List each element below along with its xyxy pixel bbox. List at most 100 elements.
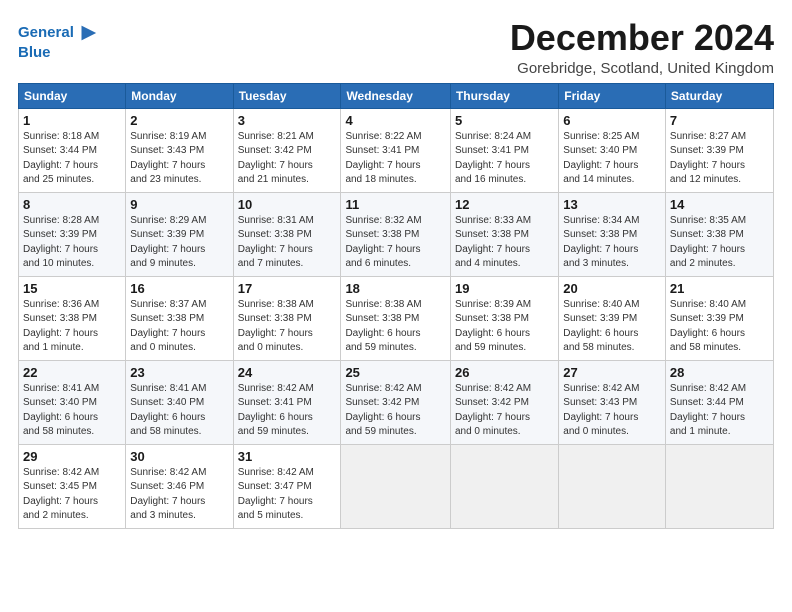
day-info: Sunrise: 8:38 AMSunset: 3:38 PMDaylight:… xyxy=(345,298,446,356)
day-number: 25 xyxy=(345,365,446,380)
day-number: 1 xyxy=(23,113,121,128)
calendar-cell: 5 Sunrise: 8:24 AMSunset: 3:41 PMDaylight… xyxy=(450,108,558,192)
calendar-cell: 1 Sunrise: 8:18 AMSunset: 3:44 PMDaylight… xyxy=(19,108,126,192)
day-number: 18 xyxy=(345,281,446,296)
day-info: Sunrise: 8:24 AMSunset: 3:41 PMDaylight:… xyxy=(455,130,554,188)
calendar-cell: 14Sunrise: 8:35 AMSunset: 3:38 PMDayligh… xyxy=(665,192,773,276)
page-container: General Blue December 2024 Gorebridge, S… xyxy=(0,0,792,539)
day-info: Sunrise: 8:19 AMSunset: 3:43 PMDaylight:… xyxy=(130,130,228,188)
day-number: 9 xyxy=(130,197,228,212)
calendar-cell: 31 Sunrise: 8:42 AMSunset: 3:47 PMDayligh… xyxy=(233,444,341,528)
calendar-cell: 27 Sunrise: 8:42 AMSunset: 3:43 PMDayligh… xyxy=(559,360,666,444)
day-number: 27 xyxy=(563,365,661,380)
day-number: 24 xyxy=(238,365,337,380)
day-info: Sunrise: 8:39 AMSunset: 3:38 PMDaylight:… xyxy=(455,298,554,356)
calendar-cell: 10Sunrise: 8:31 AMSunset: 3:38 PMDayligh… xyxy=(233,192,341,276)
day-number: 3 xyxy=(238,113,337,128)
calendar-cell: 20 Sunrise: 8:40 AMSunset: 3:39 PMDayligh… xyxy=(559,276,666,360)
calendar-cell: 28 Sunrise: 8:42 AMSunset: 3:44 PMDayligh… xyxy=(665,360,773,444)
calendar-table: SundayMondayTuesdayWednesdayThursdayFrid… xyxy=(18,83,774,529)
day-info: Sunrise: 8:35 AMSunset: 3:38 PMDaylight:… xyxy=(670,214,769,272)
day-info: Sunrise: 8:41 AMSunset: 3:40 PMDaylight:… xyxy=(130,382,228,440)
calendar-cell: 22 Sunrise: 8:41 AMSunset: 3:40 PMDayligh… xyxy=(19,360,126,444)
logo-text-blue: Blue xyxy=(18,44,98,61)
calendar-cell: 9 Sunrise: 8:29 AMSunset: 3:39 PMDaylight… xyxy=(126,192,233,276)
day-info: Sunrise: 8:36 AMSunset: 3:38 PMDaylight:… xyxy=(23,298,121,356)
calendar-week-row: 8Sunrise: 8:28 AMSunset: 3:39 PMDaylight… xyxy=(19,192,774,276)
calendar-cell: 8Sunrise: 8:28 AMSunset: 3:39 PMDaylight… xyxy=(19,192,126,276)
calendar-cell: 7 Sunrise: 8:27 AMSunset: 3:39 PMDaylight… xyxy=(665,108,773,192)
day-number: 28 xyxy=(670,365,769,380)
day-info: Sunrise: 8:18 AMSunset: 3:44 PMDaylight:… xyxy=(23,130,121,188)
day-number: 19 xyxy=(455,281,554,296)
calendar-day-header: Thursday xyxy=(450,83,558,108)
calendar-cell: 11Sunrise: 8:32 AMSunset: 3:38 PMDayligh… xyxy=(341,192,451,276)
calendar-cell: 12Sunrise: 8:33 AMSunset: 3:38 PMDayligh… xyxy=(450,192,558,276)
day-info: Sunrise: 8:42 AMSunset: 3:47 PMDaylight:… xyxy=(238,466,337,524)
day-number: 26 xyxy=(455,365,554,380)
day-number: 5 xyxy=(455,113,554,128)
calendar-cell: 21Sunrise: 8:40 AMSunset: 3:39 PMDayligh… xyxy=(665,276,773,360)
calendar-cell: 23Sunrise: 8:41 AMSunset: 3:40 PMDayligh… xyxy=(126,360,233,444)
day-number: 15 xyxy=(23,281,121,296)
logo-icon xyxy=(76,22,98,44)
logo: General Blue xyxy=(18,22,98,61)
calendar-cell: 18 Sunrise: 8:38 AMSunset: 3:38 PMDayligh… xyxy=(341,276,451,360)
logo-text: General xyxy=(18,24,74,41)
day-info: Sunrise: 8:42 AMSunset: 3:44 PMDaylight:… xyxy=(670,382,769,440)
day-number: 13 xyxy=(563,197,661,212)
day-number: 22 xyxy=(23,365,121,380)
day-info: Sunrise: 8:29 AMSunset: 3:39 PMDaylight:… xyxy=(130,214,228,272)
calendar-cell: 4 Sunrise: 8:22 AMSunset: 3:41 PMDaylight… xyxy=(341,108,451,192)
day-info: Sunrise: 8:40 AMSunset: 3:39 PMDaylight:… xyxy=(563,298,661,356)
calendar-day-header: Friday xyxy=(559,83,666,108)
title-block: December 2024 Gorebridge, Scotland, Unit… xyxy=(510,18,774,77)
location-subtitle: Gorebridge, Scotland, United Kingdom xyxy=(510,60,774,77)
day-number: 30 xyxy=(130,449,228,464)
day-info: Sunrise: 8:42 AMSunset: 3:43 PMDaylight:… xyxy=(563,382,661,440)
day-info: Sunrise: 8:42 AMSunset: 3:45 PMDaylight:… xyxy=(23,466,121,524)
day-info: Sunrise: 8:34 AMSunset: 3:38 PMDaylight:… xyxy=(563,214,661,272)
day-number: 7 xyxy=(670,113,769,128)
day-number: 4 xyxy=(345,113,446,128)
calendar-cell: 6 Sunrise: 8:25 AMSunset: 3:40 PMDaylight… xyxy=(559,108,666,192)
calendar-week-row: 1 Sunrise: 8:18 AMSunset: 3:44 PMDaylight… xyxy=(19,108,774,192)
calendar-cell: 26 Sunrise: 8:42 AMSunset: 3:42 PMDayligh… xyxy=(450,360,558,444)
day-info: Sunrise: 8:31 AMSunset: 3:38 PMDaylight:… xyxy=(238,214,337,272)
calendar-header-row: SundayMondayTuesdayWednesdayThursdayFrid… xyxy=(19,83,774,108)
calendar-day-header: Tuesday xyxy=(233,83,341,108)
calendar-week-row: 29 Sunrise: 8:42 AMSunset: 3:45 PMDayligh… xyxy=(19,444,774,528)
day-info: Sunrise: 8:41 AMSunset: 3:40 PMDaylight:… xyxy=(23,382,121,440)
calendar-week-row: 15 Sunrise: 8:36 AMSunset: 3:38 PMDayligh… xyxy=(19,276,774,360)
day-info: Sunrise: 8:38 AMSunset: 3:38 PMDaylight:… xyxy=(238,298,337,356)
day-number: 29 xyxy=(23,449,121,464)
day-info: Sunrise: 8:25 AMSunset: 3:40 PMDaylight:… xyxy=(563,130,661,188)
header-row: General Blue December 2024 Gorebridge, S… xyxy=(18,18,774,77)
day-info: Sunrise: 8:42 AMSunset: 3:41 PMDaylight:… xyxy=(238,382,337,440)
day-number: 6 xyxy=(563,113,661,128)
day-number: 21 xyxy=(670,281,769,296)
calendar-cell xyxy=(341,444,451,528)
calendar-cell: 19 Sunrise: 8:39 AMSunset: 3:38 PMDayligh… xyxy=(450,276,558,360)
day-info: Sunrise: 8:27 AMSunset: 3:39 PMDaylight:… xyxy=(670,130,769,188)
calendar-cell: 29 Sunrise: 8:42 AMSunset: 3:45 PMDayligh… xyxy=(19,444,126,528)
calendar-cell: 13 Sunrise: 8:34 AMSunset: 3:38 PMDayligh… xyxy=(559,192,666,276)
day-number: 17 xyxy=(238,281,337,296)
calendar-day-header: Sunday xyxy=(19,83,126,108)
calendar-day-header: Wednesday xyxy=(341,83,451,108)
day-info: Sunrise: 8:37 AMSunset: 3:38 PMDaylight:… xyxy=(130,298,228,356)
day-info: Sunrise: 8:42 AMSunset: 3:42 PMDaylight:… xyxy=(345,382,446,440)
day-info: Sunrise: 8:22 AMSunset: 3:41 PMDaylight:… xyxy=(345,130,446,188)
calendar-cell: 24 Sunrise: 8:42 AMSunset: 3:41 PMDayligh… xyxy=(233,360,341,444)
day-info: Sunrise: 8:33 AMSunset: 3:38 PMDaylight:… xyxy=(455,214,554,272)
day-info: Sunrise: 8:21 AMSunset: 3:42 PMDaylight:… xyxy=(238,130,337,188)
calendar-cell: 2 Sunrise: 8:19 AMSunset: 3:43 PMDaylight… xyxy=(126,108,233,192)
day-info: Sunrise: 8:42 AMSunset: 3:46 PMDaylight:… xyxy=(130,466,228,524)
day-info: Sunrise: 8:28 AMSunset: 3:39 PMDaylight:… xyxy=(23,214,121,272)
day-number: 2 xyxy=(130,113,228,128)
calendar-cell: 16Sunrise: 8:37 AMSunset: 3:38 PMDayligh… xyxy=(126,276,233,360)
day-number: 11 xyxy=(345,197,446,212)
day-number: 20 xyxy=(563,281,661,296)
day-info: Sunrise: 8:42 AMSunset: 3:42 PMDaylight:… xyxy=(455,382,554,440)
day-number: 31 xyxy=(238,449,337,464)
